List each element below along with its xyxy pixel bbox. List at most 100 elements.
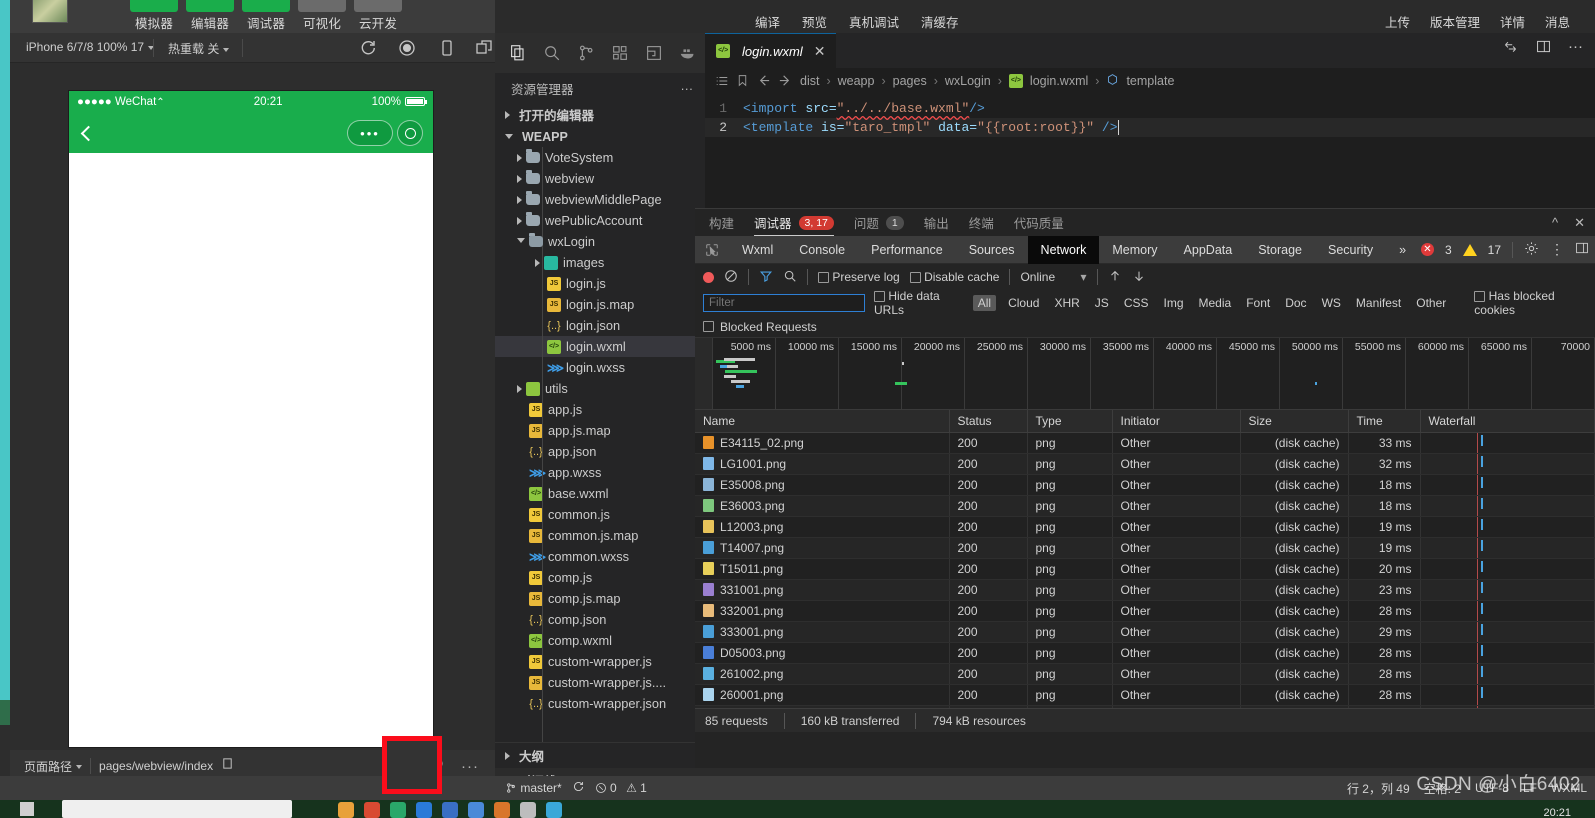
table-row[interactable]: E35008.png 200 png Other (disk cache) 18 ms [695,474,1595,496]
taskbar-app-icon[interactable] [442,802,458,818]
tree-item[interactable]: JS comp.js [495,567,705,588]
filter-type-other[interactable]: Other [1413,296,1449,310]
device-select[interactable]: iPhone 6/7/8 100% 17 [26,40,155,54]
section-weapp[interactable]: WEAPP [495,127,705,147]
tree-item[interactable]: </> comp.wxml [495,630,705,651]
filter-type-media[interactable]: Media [1196,296,1235,310]
tree-item[interactable]: {..} app.json [495,441,705,462]
tree-item[interactable]: JS comp.js.map [495,588,705,609]
preserve-log-checkbox[interactable]: Preserve log [818,270,900,284]
filter-type-doc[interactable]: Doc [1282,296,1309,310]
breadcrumb-item[interactable]: template [1126,74,1174,88]
toolbar-action[interactable]: 详情 [1500,12,1525,31]
column-header-waterfall[interactable]: Waterfall [1420,410,1595,433]
taskbar-app-icon[interactable] [468,802,484,818]
panel-tab[interactable]: 调试器 3, 17 [754,209,834,236]
settings-gear-icon[interactable] [1524,241,1539,259]
toolbar-button-cloud[interactable]: 云开发 [354,0,402,32]
dock-icon[interactable] [1575,241,1589,258]
tree-item[interactable]: JS custom-wrapper.js [495,651,705,672]
windows-start-icon[interactable] [20,802,34,816]
search-icon[interactable] [783,269,797,286]
record-icon[interactable] [397,38,417,58]
toolbar-button-visualize[interactable]: 可视化 [298,0,346,32]
breadcrumb-item[interactable]: weapp [838,74,875,88]
tree-item[interactable]: {..} custom-wrapper.json [495,693,705,714]
breadcrumb-item[interactable]: pages [893,74,927,88]
tree-item[interactable]: </> base.wxml [495,483,705,504]
filter-type-xhr[interactable]: XHR [1051,296,1082,310]
devtools-tab-appdata[interactable]: AppData [1171,236,1246,264]
table-row[interactable]: E36003.png 200 png Other (disk cache) 18 ms [695,495,1595,517]
import-har-icon[interactable] [1108,269,1122,286]
toolbar-button-debugger[interactable]: 调试器 [242,0,290,32]
panel-tab[interactable]: 构建 [709,209,734,236]
file-tree[interactable]: VoteSystem webview webviewMiddlePage wePubl… [495,147,705,742]
table-row[interactable]: 332001.png 200 png Other (disk cache) 28 ms [695,600,1595,622]
filter-type-js[interactable]: JS [1092,296,1112,310]
layout-icon[interactable] [637,36,671,70]
devtools-tab-performance[interactable]: Performance [858,236,956,264]
explorer-more-icon[interactable]: ··· [681,82,694,96]
back-icon[interactable] [80,125,97,141]
tree-item[interactable]: JS app.js.map [495,420,705,441]
taskbar-app-icon[interactable] [390,802,406,818]
filter-type-manifest[interactable]: Manifest [1353,296,1404,310]
filter-icon[interactable] [759,269,773,286]
tab-login-wxml[interactable]: </> login.wxml ✕ [705,33,837,68]
files-icon[interactable] [501,36,535,70]
column-header-type[interactable]: Type [1027,410,1113,433]
tree-item[interactable]: VoteSystem [495,147,705,168]
table-row[interactable]: T14007.png 200 png Other (disk cache) 19 ms [695,537,1595,559]
simulator-device[interactable]: ●●●●● WeChat⌃ 20:21 100% ••• [68,90,434,748]
tree-item[interactable]: utils [495,378,705,399]
nav-forward-icon[interactable] [778,73,793,88]
breadcrumb-item[interactable]: dist [800,74,819,88]
tree-item[interactable]: </> login.wxml [495,336,705,357]
taskbar-app-icon[interactable] [364,802,380,818]
devtools-tab-sources[interactable]: Sources [956,236,1028,264]
tree-item[interactable]: JS common.js.map [495,525,705,546]
kebab-menu-icon[interactable]: ⋮ [1550,241,1564,258]
table-row[interactable]: D05003.png 200 png Other (disk cache) 28 ms [695,642,1595,664]
tree-item[interactable]: JS app.js [495,399,705,420]
column-header-initiator[interactable]: Initiator [1112,410,1241,433]
tree-item[interactable]: webview [495,168,705,189]
close-capsule-button[interactable] [397,120,423,146]
devtools-tab-network[interactable]: Network [1027,235,1100,264]
filter-type-cloud[interactable]: Cloud [1005,296,1042,310]
close-panel-icon[interactable]: ✕ [1574,215,1585,231]
taskbar-app-icon[interactable] [416,802,432,818]
tree-item[interactable]: JS login.js.map [495,294,705,315]
tree-item[interactable]: JS custom-wrapper.js.... [495,672,705,693]
column-header-size[interactable]: Size [1240,410,1349,433]
disable-cache-checkbox[interactable]: Disable cache [909,270,999,284]
blocked-requests-row[interactable]: Blocked Requests [695,316,1595,338]
breadcrumb-item[interactable]: login.wxml [1030,74,1088,88]
search-icon[interactable] [535,36,569,70]
hide-data-urls-checkbox[interactable]: Hide data URLs [874,289,964,317]
panel-tab[interactable]: 问题 1 [854,209,904,236]
extensions-icon[interactable] [603,36,637,70]
throttling-select[interactable]: Online ▾ [1020,270,1086,284]
table-row[interactable]: T15011.png 200 png Other (disk cache) 20 ms [695,558,1595,580]
sync-icon[interactable] [1502,38,1519,60]
table-row[interactable]: E34115_02.png 200 png Other (disk cache) 33 m… [695,432,1595,454]
toolbar-action[interactable]: 预览 [802,12,827,31]
taskbar-app-icon[interactable] [338,802,354,818]
toolbar-action[interactable]: 上传 [1385,12,1410,31]
more-capsule-button[interactable]: ••• [347,120,393,146]
record-button[interactable] [703,271,714,283]
devtools-tab-console[interactable]: Console [786,236,858,264]
panel-tab[interactable]: 输出 [924,209,949,236]
toolbar-action[interactable]: 真机调试 [849,12,899,31]
filter-type-img[interactable]: Img [1161,296,1187,310]
devtools-tab-security[interactable]: Security [1315,236,1386,264]
clear-icon[interactable] [724,269,738,286]
tree-item[interactable]: JS common.js [495,504,705,525]
page-path-label[interactable]: 页面路径 [24,758,83,775]
branch-indicator[interactable]: master* [505,781,562,795]
section-outline[interactable]: 大纲 [495,743,705,768]
outline-list-icon[interactable] [715,74,729,88]
tree-item[interactable]: webviewMiddlePage [495,189,705,210]
